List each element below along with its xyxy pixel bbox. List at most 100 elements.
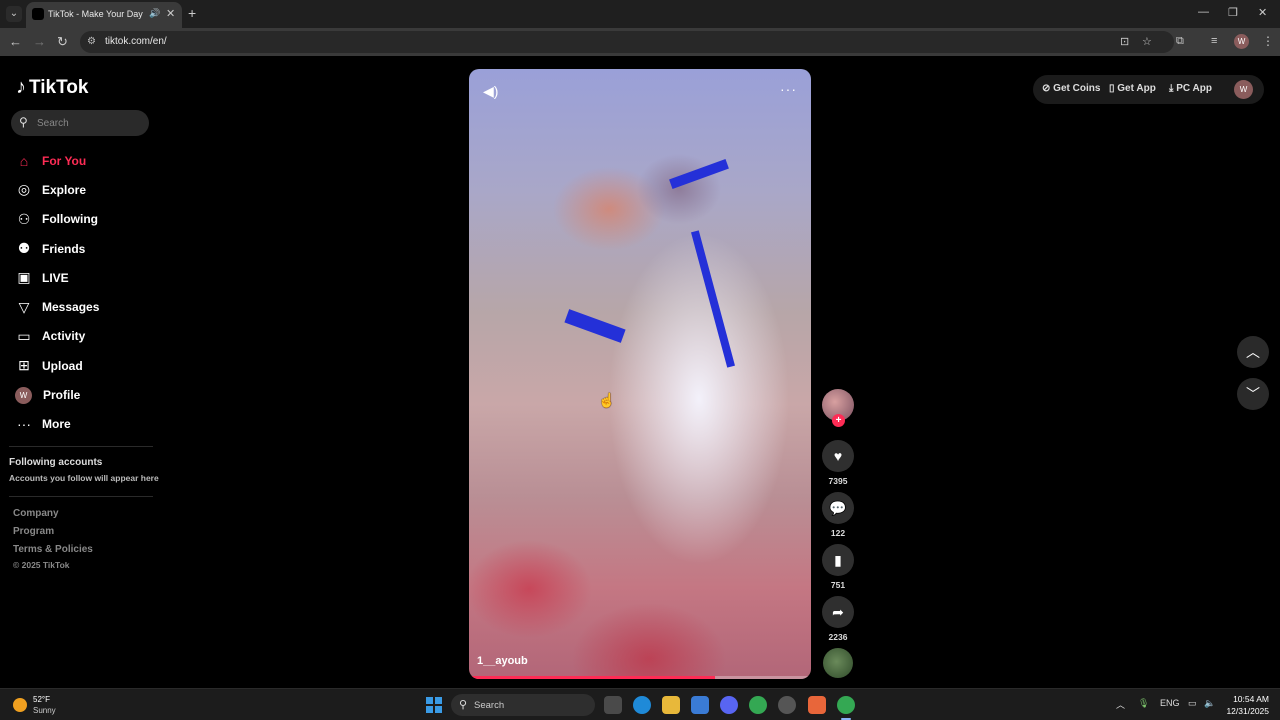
- close-window-icon[interactable]: ✕: [1258, 6, 1267, 19]
- volume-icon[interactable]: 🔈: [1204, 698, 1215, 709]
- sidebar-item-label: Upload: [42, 358, 83, 373]
- edge-icon[interactable]: [633, 696, 651, 714]
- next-video-button[interactable]: ﹀: [1237, 378, 1269, 410]
- get-coins-label: Get Coins: [1053, 83, 1101, 94]
- taskbar: 52°F Sunny ⚲ Search ︿ 🎙 ENG ▭ 🔈 10:54 AM…: [0, 688, 1280, 720]
- video-player[interactable]: ◀) ··· 1__ayoub: [469, 69, 811, 679]
- weather-temperature[interactable]: 52°F: [33, 695, 50, 704]
- sidebar-item-live[interactable]: ▣ LIVE: [14, 263, 99, 292]
- close-tab-icon[interactable]: ✕: [166, 7, 175, 20]
- logo-text: TikTok: [29, 76, 89, 98]
- bookmark-star-icon[interactable]: ☆: [1142, 35, 1152, 48]
- browser-menu-icon[interactable]: ⋮: [1262, 34, 1274, 48]
- video-progress-fill: [469, 676, 716, 679]
- chrome-profile-icon[interactable]: [837, 696, 855, 714]
- following-icon: ⚇: [17, 210, 31, 227]
- search-icon[interactable]: ⚲: [19, 115, 28, 129]
- sidebar-item-profile[interactable]: W Profile: [14, 380, 99, 409]
- chrome-icon[interactable]: [749, 696, 767, 714]
- windows-start-icon[interactable]: [426, 697, 442, 713]
- follow-plus-icon[interactable]: +: [832, 414, 845, 427]
- search-bar[interactable]: ⚲: [11, 110, 149, 136]
- home-icon: ⌂: [19, 152, 29, 169]
- compass-icon: ◎: [17, 181, 31, 198]
- language-indicator[interactable]: ENG: [1160, 698, 1180, 708]
- top-actions-bar: ⊘ Get Coins ▯ Get App ⤓ PC App W: [1033, 75, 1264, 104]
- weather-condition[interactable]: Sunny: [33, 706, 56, 715]
- user-avatar[interactable]: W: [1234, 80, 1253, 99]
- new-tab-button[interactable]: +: [188, 5, 196, 21]
- tiktok-logo[interactable]: ♪ TikTok: [16, 76, 88, 99]
- sidebar-divider: [9, 496, 153, 497]
- tray-overflow-icon[interactable]: ︿: [1116, 698, 1125, 711]
- bookmark-icon: ▮: [834, 552, 842, 568]
- minimize-window-icon[interactable]: —: [1198, 6, 1209, 18]
- microphone-app-icon[interactable]: [808, 696, 826, 714]
- maximize-window-icon[interactable]: ❐: [1228, 6, 1238, 19]
- save-button[interactable]: ▮: [822, 544, 854, 576]
- footer-link-program[interactable]: Program: [13, 526, 54, 537]
- store-icon[interactable]: [691, 696, 709, 714]
- sidebar-item-for-you[interactable]: ⌂ For You: [14, 146, 99, 175]
- volume-icon[interactable]: ◀): [483, 83, 498, 100]
- task-view-icon[interactable]: [604, 696, 622, 714]
- sidebar-item-upload[interactable]: ⊞ Upload: [14, 351, 99, 380]
- sidebar-item-more[interactable]: ··· More: [14, 410, 99, 439]
- extensions-icon[interactable]: ⧉: [1176, 35, 1184, 48]
- avatar: W: [15, 386, 32, 404]
- music-disc[interactable]: [823, 648, 853, 678]
- browser-toolbar: ← → ↻ ⚙ tiktok.com/en/ ⊡ ☆ ⧉ ≡ W ⋮: [0, 28, 1280, 56]
- taskbar-search[interactable]: ⚲ Search: [451, 694, 595, 716]
- previous-video-button[interactable]: ︿: [1237, 336, 1269, 368]
- share-count: 2236: [828, 632, 848, 642]
- back-icon[interactable]: ←: [9, 34, 22, 49]
- sidebar-item-explore[interactable]: ◎ Explore: [14, 175, 99, 204]
- tiktok-favicon-icon: [32, 8, 44, 20]
- get-coins-button[interactable]: ⊘ Get Coins: [1042, 83, 1100, 94]
- following-accounts-title: Following accounts: [9, 457, 103, 468]
- audio-playing-icon[interactable]: 🔊: [149, 8, 160, 19]
- browser-tab-strip: ⌄ TikTok - Make Your Day 🔊 ✕ + — ❐ ✕: [0, 0, 1280, 28]
- forward-icon[interactable]: →: [33, 34, 46, 49]
- sidebar-item-messages[interactable]: ▽ Messages: [14, 292, 100, 321]
- pc-app-button[interactable]: ⤓ PC App: [1169, 83, 1212, 94]
- search-icon: ⚲: [459, 699, 468, 711]
- video-more-options-icon[interactable]: ···: [780, 81, 797, 97]
- sidebar-item-activity[interactable]: ▭ Activity: [14, 322, 99, 351]
- browser-tab[interactable]: TikTok - Make Your Day 🔊 ✕: [26, 2, 182, 28]
- url-text: tiktok.com/en/: [105, 36, 167, 47]
- share-button[interactable]: ➦: [822, 596, 854, 628]
- footer-link-company[interactable]: Company: [13, 508, 59, 519]
- browser-profile-avatar[interactable]: W: [1234, 34, 1249, 49]
- comment-button[interactable]: 💬: [822, 492, 854, 524]
- video-author[interactable]: 1__ayoub: [477, 655, 528, 667]
- tab-search-button[interactable]: ⌄: [6, 6, 22, 22]
- install-app-icon[interactable]: ⊡: [1120, 35, 1129, 48]
- media-control-icon[interactable]: ≡: [1211, 35, 1217, 47]
- reload-icon[interactable]: ↻: [57, 34, 68, 50]
- chevron-up-icon: ︿: [1246, 344, 1260, 360]
- like-button[interactable]: ♥: [822, 440, 854, 472]
- site-info-icon[interactable]: ⚙: [87, 36, 99, 48]
- get-app-button[interactable]: ▯ Get App: [1109, 83, 1156, 94]
- tiktok-note-icon: ♪: [16, 76, 26, 98]
- video-frame-detail: [564, 309, 626, 343]
- discord-icon[interactable]: [720, 696, 738, 714]
- video-progress-bar[interactable]: [469, 676, 811, 679]
- sun-icon[interactable]: [13, 698, 27, 712]
- sidebar-item-label: Profile: [43, 388, 81, 403]
- sidebar-item-label: Following: [42, 212, 98, 227]
- footer-link-terms[interactable]: Terms & Policies: [13, 544, 93, 555]
- address-bar[interactable]: ⚙ tiktok.com/en/ ⊡ ☆: [80, 31, 1174, 53]
- search-input[interactable]: [37, 114, 137, 132]
- network-icon[interactable]: ▭: [1188, 698, 1197, 709]
- clock-time[interactable]: 10:54 AM: [1229, 694, 1269, 704]
- steam-icon[interactable]: [778, 696, 796, 714]
- sidebar-item-friends[interactable]: ⚉ Friends: [14, 234, 99, 263]
- file-explorer-icon[interactable]: [662, 696, 680, 714]
- sidebar-item-following[interactable]: ⚇ Following: [14, 205, 99, 234]
- copyright: © 2025 TikTok: [13, 560, 70, 570]
- video-frame-detail: [669, 159, 729, 189]
- microphone-icon[interactable]: 🎙: [1138, 698, 1149, 709]
- clock-date[interactable]: 12/31/2025: [1220, 706, 1269, 716]
